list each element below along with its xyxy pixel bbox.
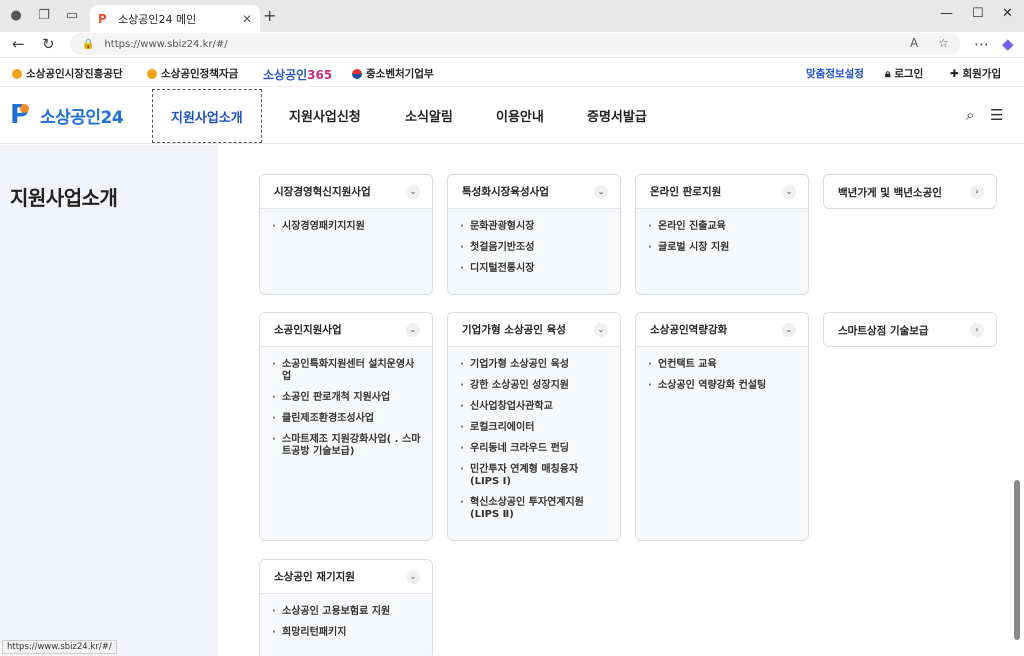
card-link[interactable]: 민간투자 연계형 매칭융자 (LIPS Ⅰ) xyxy=(460,464,610,488)
card-link[interactable]: 로컬크리에이터 xyxy=(460,422,610,434)
card-link[interactable]: 기업가형 소상공인 육성 xyxy=(460,359,610,371)
card-header[interactable]: 백년가게 및 백년소공인 › xyxy=(824,175,996,208)
menu-certificate[interactable]: 증명서발급 xyxy=(587,87,647,144)
card-link[interactable]: 희망리턴패키지 xyxy=(272,627,422,639)
card-header[interactable]: 소상공인 재기지원 ⌄ xyxy=(260,560,432,594)
new-tab-icon[interactable]: + xyxy=(263,8,276,24)
minimize-icon[interactable]: — xyxy=(940,6,953,21)
lock-icon[interactable]: 🔒 xyxy=(82,39,94,50)
card-link[interactable]: 문화관광형시장 xyxy=(460,221,610,233)
card-header[interactable]: 온라인 판로지원 ⌄ xyxy=(636,175,808,209)
util-link-policy-fund[interactable]: 소상공인정책자금 xyxy=(147,66,238,81)
card-link[interactable]: 우리동네 크라우드 펀딩 xyxy=(460,443,610,455)
tab-title: 소상공인24 메인 xyxy=(118,12,197,26)
category-card: 시장경영혁신지원사업⌄ 시장경영패키지지원 xyxy=(259,174,433,295)
user-plus-icon: ✚ xyxy=(950,68,963,80)
category-card: 기업가형 소상공인 육성⌄ 기업가형 소상공인 육성 강한 소상공인 성장지원 … xyxy=(447,312,621,541)
scrollbar-thumb[interactable] xyxy=(1014,480,1020,640)
card-link[interactable]: 디지털전통시장 xyxy=(460,263,610,275)
chevron-down-icon[interactable]: ⌄ xyxy=(594,184,608,199)
main-navigation: P 소상공인24 지원사업소개 지원사업신청 소식알림 이용안내 증명서발급 ⌕… xyxy=(0,86,1024,144)
card-link[interactable]: 스마트제조 지원강화사업( . 스마트공방 기술보급) xyxy=(272,434,422,458)
card-header[interactable]: 특성화시장육성사업 ⌄ xyxy=(448,175,620,209)
address-bar-row: ← ↻ 🔒 https://www.sbiz24.kr/#/ A ☆ ⋯ ◆ xyxy=(0,32,1024,58)
browser-tab[interactable]: P 소상공인24 메인 ✕ xyxy=(90,5,260,32)
tab-actions-icon[interactable]: ▭ xyxy=(64,8,80,24)
card-link[interactable]: 소공인특화지원센터 설치운영사업 xyxy=(272,359,422,383)
card-link[interactable]: 강한 소상공인 성장지원 xyxy=(460,380,610,392)
chevron-down-icon[interactable]: ⌄ xyxy=(406,569,420,584)
url-text: https://www.sbiz24.kr/#/ xyxy=(104,38,228,50)
more-menu-icon[interactable]: ⋯ xyxy=(974,35,989,53)
workspaces-icon[interactable]: ❐ xyxy=(36,8,52,24)
category-card: 온라인 판로지원⌄ 온라인 진출교육 글로벌 시장 지원 xyxy=(635,174,809,295)
login-link[interactable]: 🔒︎ 로그인 xyxy=(885,66,923,81)
card-link[interactable]: 언컨택트 교육 xyxy=(648,359,798,371)
category-card: 소상공인역량강화⌄ 언컨택트 교육 소상공인 역량강화 컨설팅 xyxy=(635,312,809,541)
category-card: 스마트상점 기술보급 › xyxy=(823,312,997,347)
menu-support-apply[interactable]: 지원사업신청 xyxy=(289,87,361,144)
card-header[interactable]: 소공인지원사업 ⌄ xyxy=(260,313,432,347)
category-card: 백년가게 및 백년소공인 › xyxy=(823,174,997,209)
close-tab-icon[interactable]: ✕ xyxy=(242,12,252,26)
menu-news[interactable]: 소식알림 xyxy=(405,87,453,144)
card-link[interactable]: 글로벌 시장 지원 xyxy=(648,242,798,254)
url-field[interactable]: 🔒 https://www.sbiz24.kr/#/ A ☆ xyxy=(70,33,960,55)
util-link-sosang365[interactable]: 소상공인 365 xyxy=(263,66,332,83)
page-scrollbar[interactable] xyxy=(1012,145,1022,656)
taegeuk-logo-icon xyxy=(352,68,362,79)
card-link[interactable]: 클린제조환경조성사업 xyxy=(272,413,422,425)
card-link[interactable]: 온라인 진출교육 xyxy=(648,221,798,233)
favorite-star-icon[interactable]: ☆ xyxy=(938,36,949,50)
card-header[interactable]: 기업가형 소상공인 육성 ⌄ xyxy=(448,313,620,347)
utility-bar: 소상공인시장진흥공단 소상공인정책자금 소상공인 365 중소벤처기업부 맞춤정보… xyxy=(0,60,1024,86)
semas-logo-icon xyxy=(12,68,22,79)
card-header[interactable]: 스마트상점 기술보급 › xyxy=(824,313,996,346)
menu-support-intro[interactable]: 지원사업소개 xyxy=(152,89,262,143)
copilot-icon[interactable]: ◆ xyxy=(1002,35,1014,53)
chevron-down-icon[interactable]: ⌄ xyxy=(406,184,420,199)
browser-tab-strip: ● ❐ ▭ P 소상공인24 메인 ✕ + — ☐ ✕ xyxy=(0,0,1024,32)
card-link[interactable]: 혁신소상공인 투자연계지원 (LIPS Ⅱ) xyxy=(460,497,610,521)
card-header[interactable]: 소상공인역량강화 ⌄ xyxy=(636,313,808,347)
chevron-down-icon[interactable]: ⌄ xyxy=(406,322,420,337)
chevron-down-icon[interactable]: ⌄ xyxy=(594,322,608,337)
site-favicon-icon: P xyxy=(98,11,107,26)
back-icon[interactable]: ← xyxy=(12,35,25,53)
card-link[interactable]: 신사업창업사관학교 xyxy=(460,401,610,413)
category-card: 소상공인 재기지원⌄ 소상공인 고용보험료 지원 희망리턴패키지 xyxy=(259,559,433,656)
lock-icon: 🔒︎ xyxy=(885,68,895,80)
read-aloud-icon[interactable]: A xyxy=(910,36,918,50)
util-link-mss[interactable]: 중소벤처기업부 xyxy=(352,66,434,81)
category-card: 특성화시장육성사업⌄ 문화관광형시장 첫걸음기반조성 디지털전통시장 xyxy=(447,174,621,295)
logo-mark-icon: P xyxy=(10,100,30,130)
hamburger-menu-icon[interactable]: ☰ xyxy=(990,106,1003,124)
search-icon[interactable]: ⌕ xyxy=(966,106,974,124)
policy-fund-logo-icon xyxy=(147,68,157,79)
page-title: 지원사업소개 xyxy=(10,186,118,210)
profile-icon[interactable]: ● xyxy=(8,8,24,24)
signup-link[interactable]: ✚ 회원가입 xyxy=(950,66,1001,81)
util-link-semas[interactable]: 소상공인시장진흥공단 xyxy=(12,66,123,81)
chevron-right-icon[interactable]: › xyxy=(970,323,984,337)
maximize-icon[interactable]: ☐ xyxy=(972,6,984,21)
status-bar-url: https://www.sbiz24.kr/#/ xyxy=(2,640,117,654)
menu-guide[interactable]: 이용안내 xyxy=(496,87,544,144)
site-logo[interactable]: P 소상공인24 xyxy=(10,100,124,130)
category-card: 소공인지원사업⌄ 소공인특화지원센터 설치운영사업 소공인 판로개척 지원사업 … xyxy=(259,312,433,541)
custom-info-link[interactable]: 맞춤정보설정 xyxy=(806,66,864,81)
close-window-icon[interactable]: ✕ xyxy=(1002,6,1013,21)
card-link[interactable]: 첫걸음기반조성 xyxy=(460,242,610,254)
card-link[interactable]: 소공인 판로개척 지원사업 xyxy=(272,392,422,404)
chevron-down-icon[interactable]: ⌄ xyxy=(782,184,796,199)
card-link[interactable]: 소상공인 고용보험료 지원 xyxy=(272,606,422,618)
card-link[interactable]: 시장경영패키지지원 xyxy=(272,221,422,233)
left-panel: 지원사업소개 xyxy=(0,145,218,656)
chevron-right-icon[interactable]: › xyxy=(970,185,984,199)
card-header[interactable]: 시장경영혁신지원사업 ⌄ xyxy=(260,175,432,209)
chevron-down-icon[interactable]: ⌄ xyxy=(782,322,796,337)
card-link[interactable]: 소상공인 역량강화 컨설팅 xyxy=(648,380,798,392)
refresh-icon[interactable]: ↻ xyxy=(42,35,55,53)
